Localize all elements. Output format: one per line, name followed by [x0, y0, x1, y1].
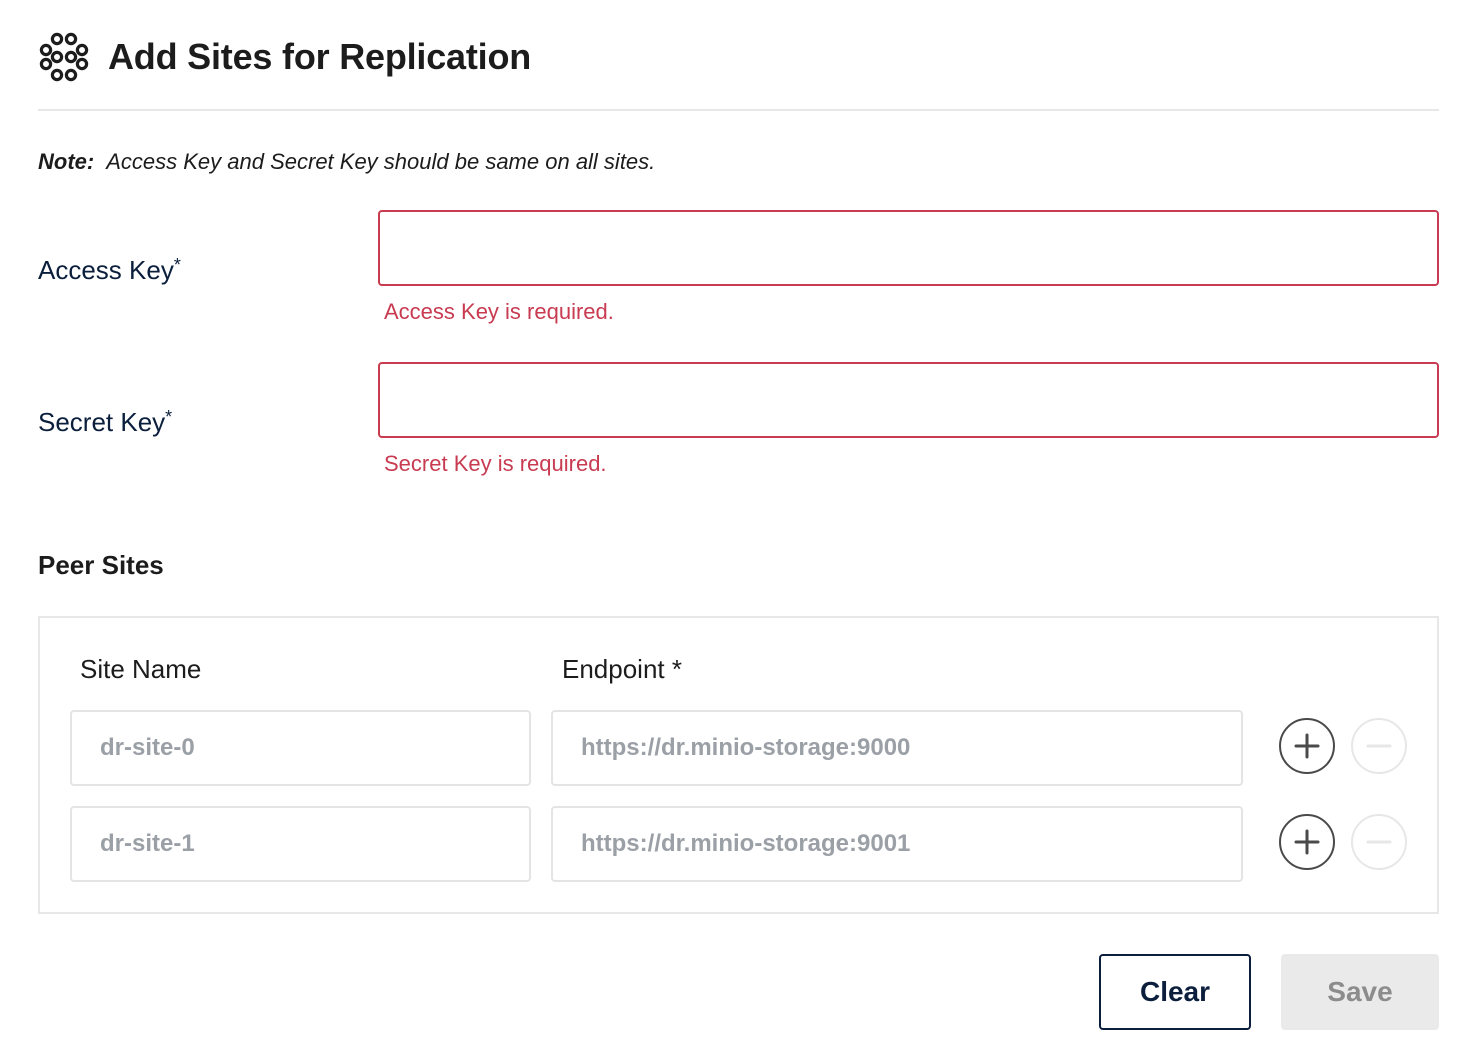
secret-key-input[interactable]	[378, 362, 1439, 438]
site-name-input[interactable]	[70, 806, 531, 882]
minus-icon	[1366, 744, 1392, 748]
add-site-button[interactable]	[1279, 718, 1335, 774]
secret-key-label: Secret Key*	[38, 407, 172, 438]
note-message: Access Key and Secret Key should be same…	[106, 149, 656, 174]
add-site-button[interactable]	[1279, 814, 1335, 870]
endpoint-input[interactable]	[551, 710, 1243, 786]
note-label: Note:	[38, 149, 95, 174]
site-name-input[interactable]	[70, 710, 531, 786]
header-divider	[38, 109, 1439, 111]
replication-icon	[39, 32, 89, 82]
page-header: Add Sites for Replication	[38, 22, 531, 92]
site-name-column-header: Site Name	[80, 654, 202, 684]
peer-sites-title: Peer Sites	[38, 550, 164, 580]
remove-site-button[interactable]	[1351, 814, 1407, 870]
access-key-input[interactable]	[378, 210, 1439, 286]
minus-icon	[1366, 840, 1392, 844]
clear-button[interactable]: Clear	[1099, 954, 1251, 1030]
endpoint-input[interactable]	[551, 806, 1243, 882]
access-key-error: Access Key is required.	[384, 299, 614, 324]
remove-site-button[interactable]	[1351, 718, 1407, 774]
secret-key-label-text: Secret Key	[38, 407, 166, 437]
endpoint-column-header: Endpoint *	[562, 654, 682, 684]
save-button[interactable]: Save	[1281, 954, 1439, 1030]
access-key-label: Access Key*	[38, 255, 181, 286]
required-mark: *	[165, 407, 173, 427]
access-key-label-text: Access Key	[38, 255, 174, 285]
page-title: Add Sites for Replication	[108, 36, 532, 77]
plus-icon	[1294, 829, 1320, 855]
plus-icon	[1294, 733, 1320, 759]
note-text: Note: Access Key and Secret Key should be…	[38, 149, 655, 175]
peer-sites-panel: Site Name Endpoint *	[38, 616, 1439, 914]
required-mark: *	[173, 255, 181, 275]
secret-key-error: Secret Key is required.	[384, 451, 607, 476]
add-sites-page: Add Sites for Replication Note: Access Ke…	[0, 0, 1474, 1062]
